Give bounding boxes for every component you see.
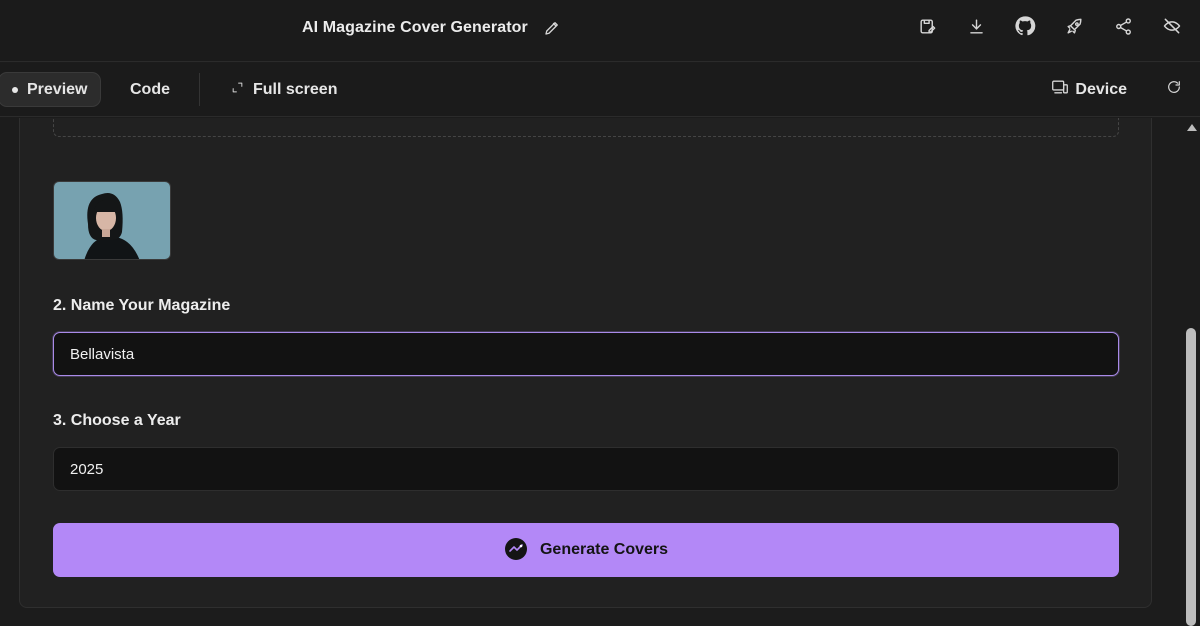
save-icon[interactable]	[915, 14, 939, 38]
download-icon[interactable]	[964, 14, 988, 38]
active-dot-icon	[12, 86, 18, 93]
refresh-icon	[1166, 79, 1182, 100]
expand-icon	[231, 81, 244, 99]
fullscreen-button[interactable]: Full screen	[231, 72, 337, 107]
generate-covers-button[interactable]: Generate Covers	[53, 523, 1119, 577]
scroll-up-arrow-icon[interactable]	[1187, 124, 1197, 131]
fullscreen-label: Full screen	[253, 80, 338, 98]
device-icon	[1051, 79, 1069, 100]
tab-divider	[199, 73, 200, 106]
rocket-icon[interactable]	[1062, 14, 1086, 38]
tab-preview-label: Preview	[27, 80, 88, 98]
magazine-name-input[interactable]	[53, 332, 1119, 376]
tab-code-label: Code	[130, 80, 170, 98]
tab-preview[interactable]: Preview	[0, 72, 101, 107]
refresh-button[interactable]	[1166, 72, 1182, 107]
uploaded-photo-thumbnail	[53, 181, 171, 260]
year-input[interactable]	[53, 447, 1119, 491]
sparkle-icon	[504, 537, 528, 564]
vertical-scrollbar[interactable]	[1183, 118, 1200, 626]
preview-viewport: 2. Name Your Magazine 3. Choose a Year G…	[0, 118, 1183, 626]
device-button[interactable]: Device	[1051, 72, 1127, 107]
app-title: AI Magazine Cover Generator	[302, 19, 528, 36]
title-wrap: AI Magazine Cover Generator	[302, 16, 564, 40]
generator-card: 2. Name Your Magazine 3. Choose a Year G…	[19, 118, 1152, 608]
magazine-name-label: 2. Name Your Magazine	[53, 297, 231, 314]
view-tab-bar: Preview Code Full screen Device	[0, 63, 1200, 117]
title-bar: AI Magazine Cover Generator	[0, 0, 1200, 62]
top-actions	[915, 14, 1184, 38]
eye-off-icon[interactable]	[1160, 14, 1184, 38]
generate-covers-label: Generate Covers	[539, 541, 669, 558]
share-icon[interactable]	[1111, 14, 1135, 38]
tab-code[interactable]: Code	[130, 72, 170, 107]
year-label: 3. Choose a Year	[53, 412, 181, 429]
upload-dropzone[interactable]	[53, 118, 1119, 137]
device-label: Device	[1075, 80, 1127, 98]
github-icon[interactable]	[1013, 14, 1037, 38]
scroll-thumb[interactable]	[1186, 328, 1196, 626]
pencil-icon[interactable]	[540, 16, 564, 40]
